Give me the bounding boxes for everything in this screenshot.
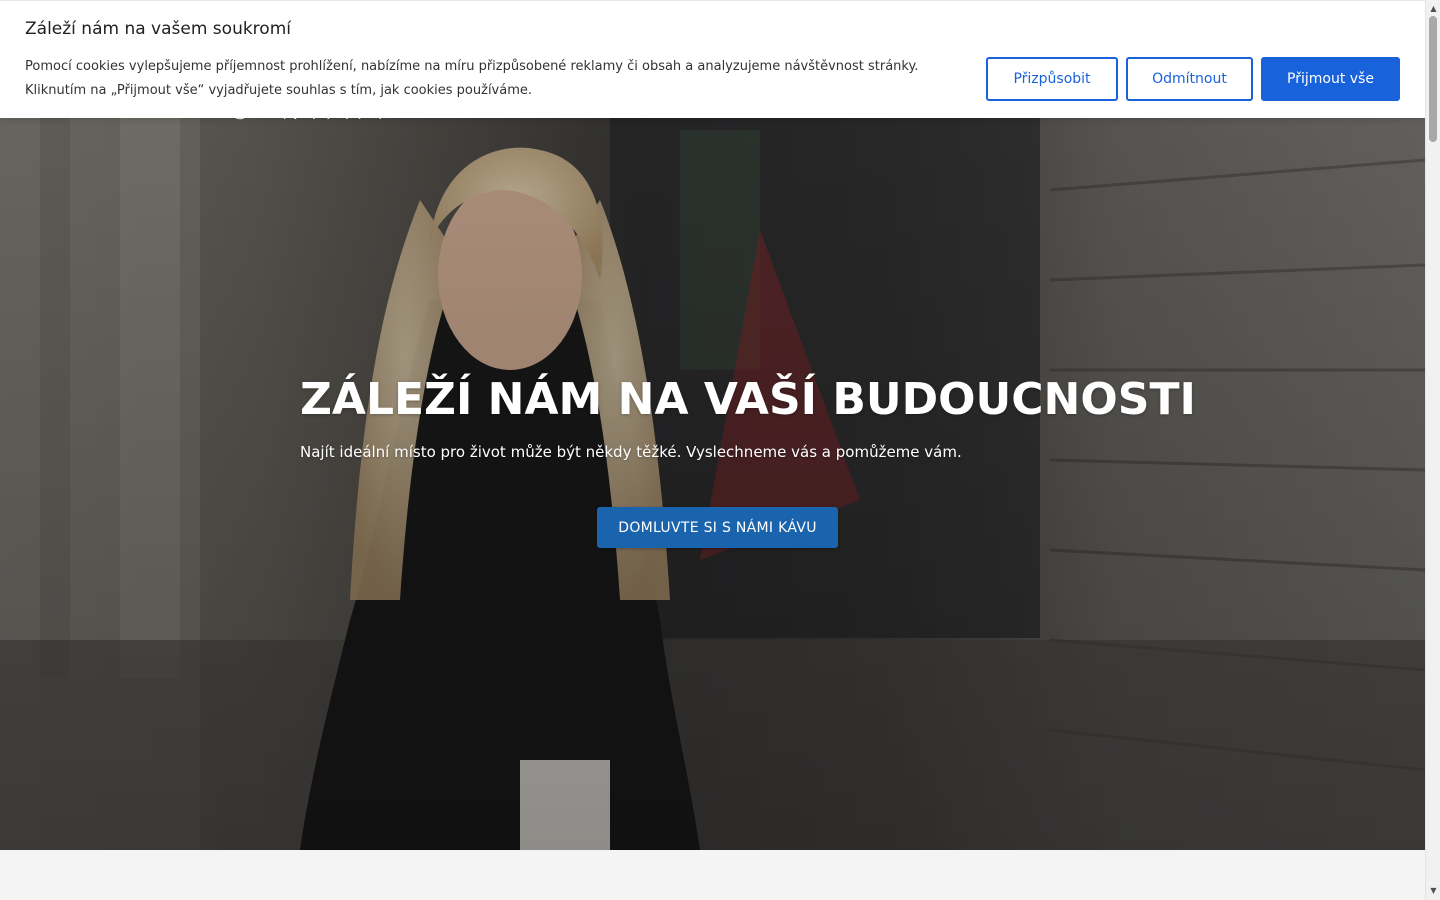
hero-section: S NÁMI ZÁLEŽÍ NÁM NA VAŠÍ BUDOUCNOSTI Na… <box>0 0 1425 850</box>
cookie-banner-title: Záleží nám na vašem soukromí <box>25 19 291 39</box>
accept-all-cookies-button[interactable]: Přijmout vše <box>1261 57 1400 101</box>
coffee-cta-button[interactable]: DOMLUVTE SI S NÁMI KÁVU <box>597 507 838 548</box>
triangle-down-icon[interactable]: ▼ <box>1426 884 1440 898</box>
hero-title: ZÁLEŽÍ NÁM NA VAŠÍ BUDOUCNOSTI <box>300 374 1196 425</box>
hero-subtitle: Najít ideální místo pro život může být n… <box>300 443 962 461</box>
customize-cookies-button[interactable]: Přizpůsobit <box>986 57 1118 101</box>
triangle-up-icon[interactable]: ▲ <box>1426 2 1440 16</box>
hero-dark-overlay <box>0 0 1425 850</box>
page-content-area <box>0 850 1425 900</box>
reject-cookies-button[interactable]: Odmítnout <box>1126 57 1253 101</box>
page-scrollbar[interactable]: ▲ ▼ <box>1425 0 1440 900</box>
cookie-banner-text: Pomocí cookies vylepšujeme příjemnost pr… <box>25 59 919 98</box>
cookie-consent-banner: Záleží nám na vašem soukromí Pomocí cook… <box>0 0 1425 118</box>
scrollbar-thumb[interactable] <box>1429 16 1437 142</box>
